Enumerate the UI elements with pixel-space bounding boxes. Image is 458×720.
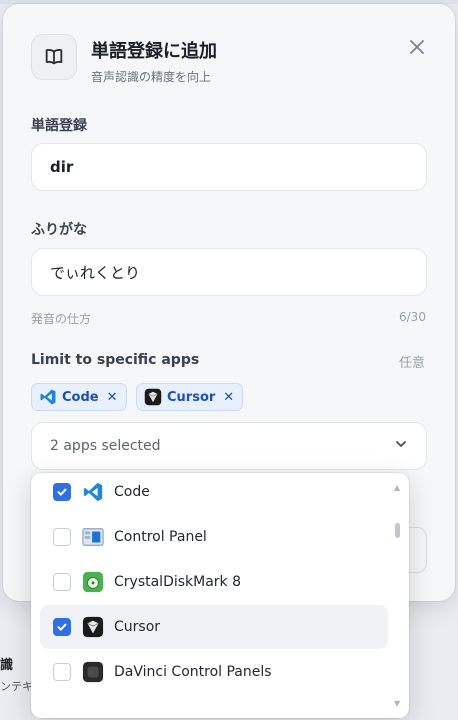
option-label: Code xyxy=(114,484,150,500)
apps-dropdown: ▲ ▼ Code Control Panel CrystalDiskMark 8… xyxy=(31,473,409,718)
book-icon xyxy=(31,34,77,80)
option-label: Control Panel xyxy=(114,529,207,545)
cursor-app-icon xyxy=(144,388,162,406)
furigana-input-value: でぃれくとり xyxy=(50,263,141,282)
chevron-down-icon xyxy=(394,437,408,455)
control-panel-icon xyxy=(82,526,104,548)
chip-label: Code xyxy=(62,389,99,405)
option-cursor[interactable]: Cursor xyxy=(40,605,388,649)
crystaldiskmark-icon xyxy=(82,571,104,593)
optional-badge: 任意 xyxy=(399,356,426,371)
dialog-subtitle: 音声認識の精度を向上 xyxy=(91,70,212,84)
word-input[interactable]: dir xyxy=(31,143,427,191)
char-count: 6/30 xyxy=(399,310,426,324)
scroll-down-icon[interactable]: ▼ xyxy=(394,699,400,708)
word-input-value: dir xyxy=(50,158,74,176)
apps-select-value: 2 apps selected xyxy=(50,438,161,454)
vscode-icon xyxy=(39,388,57,406)
option-control-panel[interactable]: Control Panel xyxy=(40,515,388,559)
word-label: 単語登録 xyxy=(31,118,87,134)
scrollbar-thumb[interactable] xyxy=(395,523,400,538)
checkbox-checked[interactable] xyxy=(53,618,71,636)
option-davinci[interactable]: DaVinci Control Panels xyxy=(40,650,388,694)
chip-code: Code ✕ xyxy=(31,383,127,411)
checkbox-unchecked[interactable] xyxy=(53,663,71,681)
cursor-app-icon xyxy=(82,616,104,638)
option-label: DaVinci Control Panels xyxy=(114,664,272,680)
dialog-title: 単語登録に追加 xyxy=(91,41,217,62)
close-icon[interactable] xyxy=(404,34,430,60)
chip-label: Cursor xyxy=(167,389,216,405)
option-crystaldiskmark[interactable]: CrystalDiskMark 8 xyxy=(40,560,388,604)
checkbox-checked[interactable] xyxy=(53,483,71,501)
chip-cursor: Cursor ✕ xyxy=(136,383,244,411)
option-code[interactable]: Code xyxy=(40,473,388,514)
apps-label: Limit to specific apps xyxy=(31,352,200,368)
pronunciation-hint: 発音の仕方 xyxy=(31,312,92,326)
remove-chip-icon[interactable]: ✕ xyxy=(223,390,234,405)
option-label: Cursor xyxy=(114,619,161,635)
option-label: CrystalDiskMark 8 xyxy=(114,574,242,590)
scroll-up-icon[interactable]: ▲ xyxy=(394,483,400,492)
remove-chip-icon[interactable]: ✕ xyxy=(107,390,118,405)
apps-select[interactable]: 2 apps selected xyxy=(31,422,427,470)
furigana-input[interactable]: でぃれくとり xyxy=(31,248,427,296)
vscode-icon xyxy=(82,481,104,503)
background-text-fragment: 識 xyxy=(0,658,14,673)
checkbox-unchecked[interactable] xyxy=(53,528,71,546)
davinci-icon xyxy=(82,661,104,683)
furigana-label: ふりがな xyxy=(31,222,87,238)
checkbox-unchecked[interactable] xyxy=(53,573,71,591)
